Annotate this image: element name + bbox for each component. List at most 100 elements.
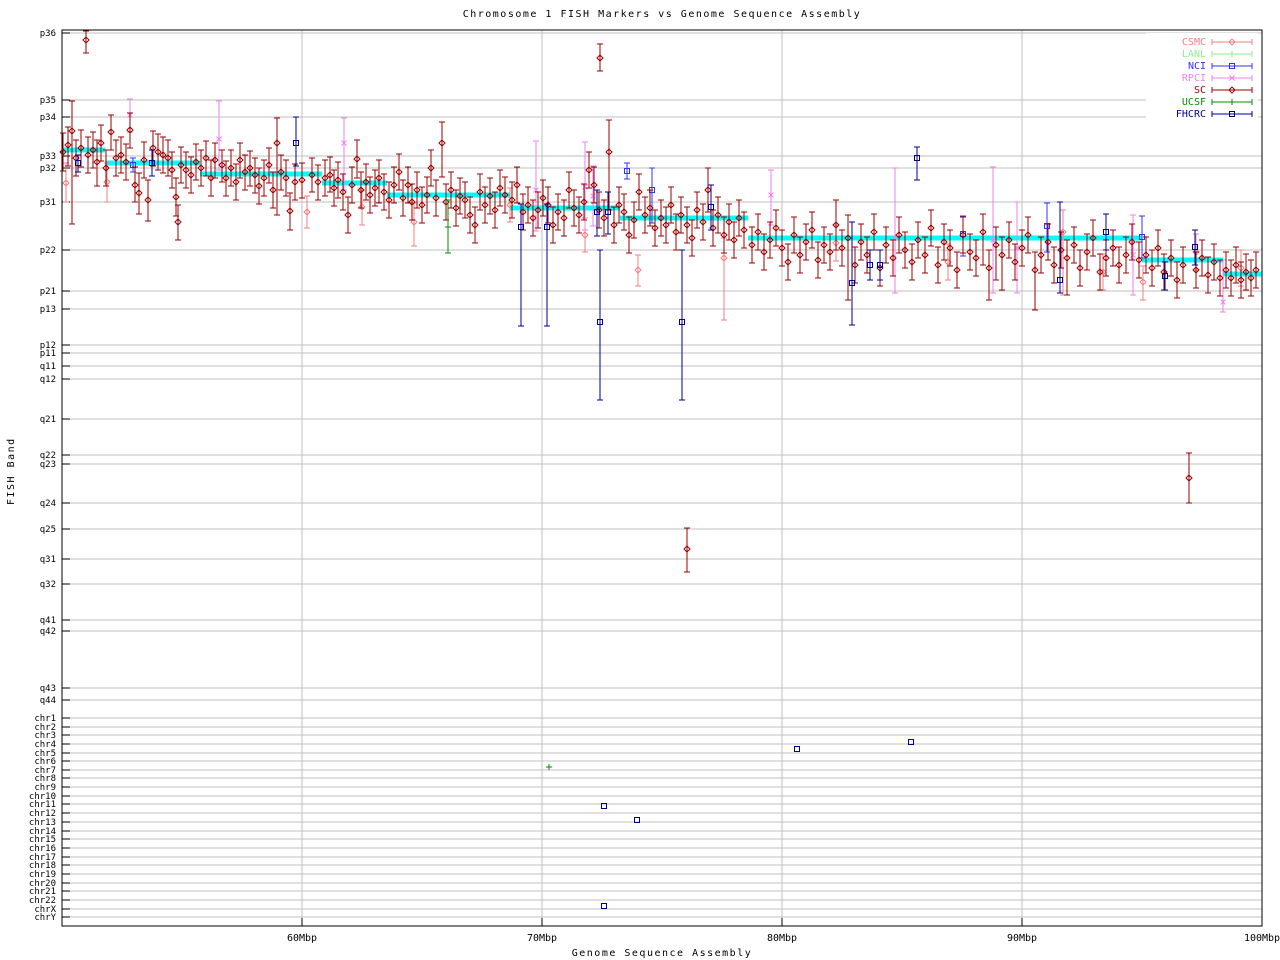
error-bar: [1032, 252, 1038, 310]
band-label: p34: [40, 113, 56, 123]
error-bar: [928, 210, 934, 246]
error-bar: [582, 142, 588, 230]
error-bar: [990, 167, 996, 293]
legend-label: CSMC: [1182, 37, 1206, 48]
error-bar: [803, 224, 809, 260]
error-bar: [514, 167, 520, 203]
error-bar: [1110, 230, 1116, 266]
band-label: p36: [40, 29, 56, 39]
band-label: q44: [40, 696, 56, 706]
error-bar: [1045, 224, 1051, 260]
error-bar: [852, 247, 858, 283]
error-bar: [233, 164, 239, 200]
band-label: q11: [40, 362, 56, 372]
band-label: q23: [40, 460, 56, 470]
error-bar: [954, 252, 960, 288]
band-label: chrY: [34, 913, 56, 923]
error-bar: [896, 217, 902, 253]
error-bar: [1223, 252, 1229, 288]
error-bar: [69, 101, 75, 224]
error-bar: [1180, 247, 1186, 283]
legend-label: LANL: [1182, 49, 1206, 60]
band-label: p33: [40, 152, 56, 162]
error-bar: [322, 160, 328, 196]
error-bar: [586, 152, 592, 188]
error-bar: [663, 207, 669, 243]
error-bar: [304, 196, 310, 228]
error-bar: [1025, 217, 1031, 253]
error-bar: [909, 244, 915, 280]
error-bar: [433, 180, 439, 216]
error-bar: [1253, 252, 1259, 288]
x-tick-label: 90Mbp: [1007, 933, 1037, 944]
error-bar: [755, 214, 761, 250]
error-bar: [922, 237, 928, 273]
error-bar: [779, 230, 785, 266]
error-bar: [809, 212, 815, 248]
error-bar: [1186, 453, 1192, 503]
error-bar: [1123, 237, 1129, 273]
error-bar: [999, 237, 1005, 290]
error-bar: [270, 172, 276, 208]
error-bar: [439, 122, 445, 177]
error-bar: [611, 207, 617, 243]
error-bar: [652, 210, 658, 246]
error-bar: [544, 204, 550, 326]
legend-label: FHCRC: [1176, 109, 1206, 120]
error-bar: [274, 118, 280, 215]
error-bar: [1149, 250, 1155, 286]
error-bar: [845, 215, 851, 300]
square-marker: [795, 747, 800, 752]
plot-canvas: 60Mbp70Mbp80Mbp90Mbp100Mbpp36p35p34p33p3…: [0, 0, 1280, 960]
error-bar: [1051, 247, 1057, 283]
band-label: q42: [40, 627, 56, 637]
error-bar: [113, 140, 119, 176]
band-label: q43: [40, 684, 56, 694]
error-bar: [941, 224, 947, 260]
x-tick-label: 100Mbp: [1244, 933, 1280, 944]
error-bar: [621, 194, 627, 230]
band-label: p11: [40, 349, 56, 359]
error-bar: [791, 217, 797, 253]
error-bar: [1116, 247, 1122, 283]
band-label: q25: [40, 525, 56, 535]
error-bar: [858, 224, 864, 260]
legend-label: RPCI: [1182, 73, 1206, 84]
error-bar: [283, 160, 289, 196]
error-bar: [839, 230, 845, 266]
error-bar: [341, 118, 347, 190]
plus-marker: [445, 224, 451, 230]
error-bar: [785, 244, 791, 280]
error-bar: [700, 204, 706, 240]
error-bar: [386, 182, 392, 218]
error-bar: [606, 120, 612, 210]
error-bar: [1038, 237, 1044, 273]
error-bar: [883, 227, 889, 263]
error-bar: [462, 182, 468, 218]
error-bar: [1064, 240, 1070, 295]
legend-label: SC: [1194, 85, 1206, 96]
band-label: p21: [40, 287, 56, 297]
x-tick-label: 60Mbp: [287, 933, 317, 944]
band-label: q32: [40, 580, 56, 590]
error-bar: [1071, 227, 1077, 263]
error-bar: [545, 187, 551, 223]
error-bar: [497, 170, 503, 206]
legend-label: UCSF: [1182, 97, 1206, 108]
band-label: q31: [40, 555, 56, 565]
error-bar: [821, 227, 827, 263]
band-label: p35: [40, 96, 56, 106]
error-bar: [871, 214, 877, 250]
plus-marker: [546, 764, 552, 770]
error-bar: [419, 187, 425, 223]
error-bar: [694, 192, 700, 228]
error-bar: [1143, 237, 1149, 273]
error-bar: [973, 240, 979, 276]
error-bar: [1077, 250, 1083, 286]
band-label: p32: [40, 164, 56, 174]
error-bar: [372, 170, 378, 206]
error-bar: [773, 210, 779, 246]
band-label: q24: [40, 499, 56, 509]
error-bar: [561, 200, 567, 236]
x-tick-label: 70Mbp: [527, 933, 557, 944]
